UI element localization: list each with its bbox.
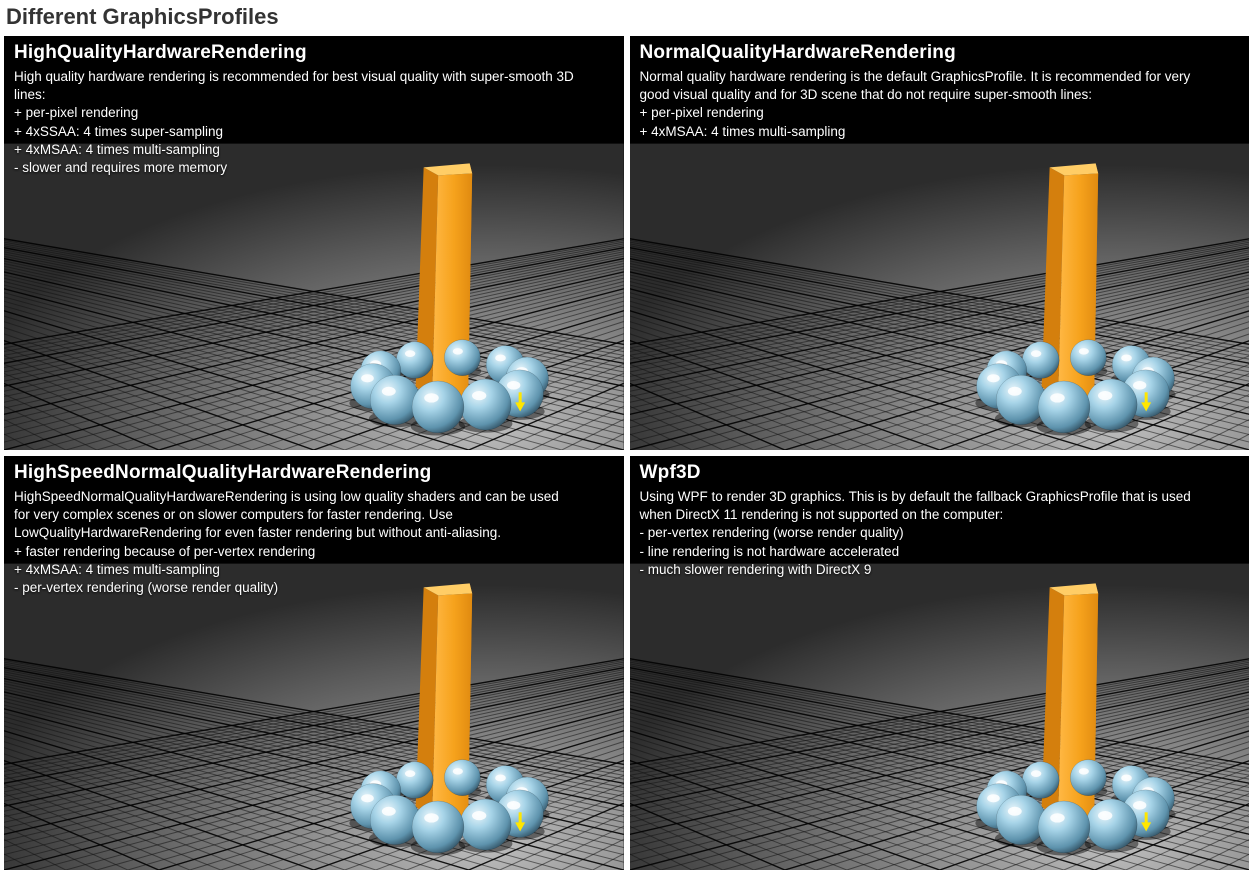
bullet: - slower and requires more memory (14, 159, 614, 177)
bullet: - line rendering is not hardware acceler… (640, 543, 1240, 561)
panel-description: High quality hardware rendering is recom… (14, 68, 574, 104)
panel-high-speed: HighSpeedNormalQualityHardwareRendering … (4, 456, 624, 870)
panel-wpf3d: Wpf3D Using WPF to render 3D graphics. T… (630, 456, 1250, 870)
panel-title: HighQualityHardwareRendering (14, 42, 614, 64)
panel-title: HighSpeedNormalQualityHardwareRendering (14, 462, 614, 484)
panel-high-quality: HighQualityHardwareRendering High qualit… (4, 36, 624, 450)
panel-title: NormalQualityHardwareRendering (640, 42, 1240, 64)
overlay-high-quality: HighQualityHardwareRendering High qualit… (14, 42, 614, 177)
bullet: + 4xMSAA: 4 times multi-sampling (14, 141, 614, 159)
bullet: + per-pixel rendering (640, 104, 1240, 122)
overlay-normal-quality: NormalQualityHardwareRendering Normal qu… (640, 42, 1240, 141)
panel-bullets: + per-pixel rendering + 4xMSAA: 4 times … (640, 104, 1240, 140)
bullet: - per-vertex rendering (worse render qua… (14, 579, 614, 597)
panel-description: Using WPF to render 3D graphics. This is… (640, 488, 1200, 524)
bullet: + faster rendering because of per-vertex… (14, 543, 614, 561)
bullet: + 4xMSAA: 4 times multi-sampling (640, 123, 1240, 141)
panel-bullets: + faster rendering because of per-vertex… (14, 543, 614, 598)
bullet: + 4xMSAA: 4 times multi-sampling (14, 561, 614, 579)
overlay-wpf3d: Wpf3D Using WPF to render 3D graphics. T… (640, 462, 1240, 579)
bullet: + per-pixel rendering (14, 104, 614, 122)
panel-normal-quality: NormalQualityHardwareRendering Normal qu… (630, 36, 1250, 450)
bullet: - per-vertex rendering (worse render qua… (640, 524, 1240, 542)
panel-title: Wpf3D (640, 462, 1240, 484)
bullet: + 4xSSAA: 4 times super-sampling (14, 123, 614, 141)
panel-description: Normal quality hardware rendering is the… (640, 68, 1200, 104)
profiles-grid: HighQualityHardwareRendering High qualit… (0, 36, 1253, 874)
panel-description: HighSpeedNormalQualityHardwareRendering … (14, 488, 574, 543)
bullet: - much slower rendering with DirectX 9 (640, 561, 1240, 579)
panel-bullets: - per-vertex rendering (worse render qua… (640, 524, 1240, 579)
overlay-high-speed: HighSpeedNormalQualityHardwareRendering … (14, 462, 614, 597)
page-title: Different GraphicsProfiles (0, 0, 1253, 36)
panel-bullets: + per-pixel rendering + 4xSSAA: 4 times … (14, 104, 614, 177)
